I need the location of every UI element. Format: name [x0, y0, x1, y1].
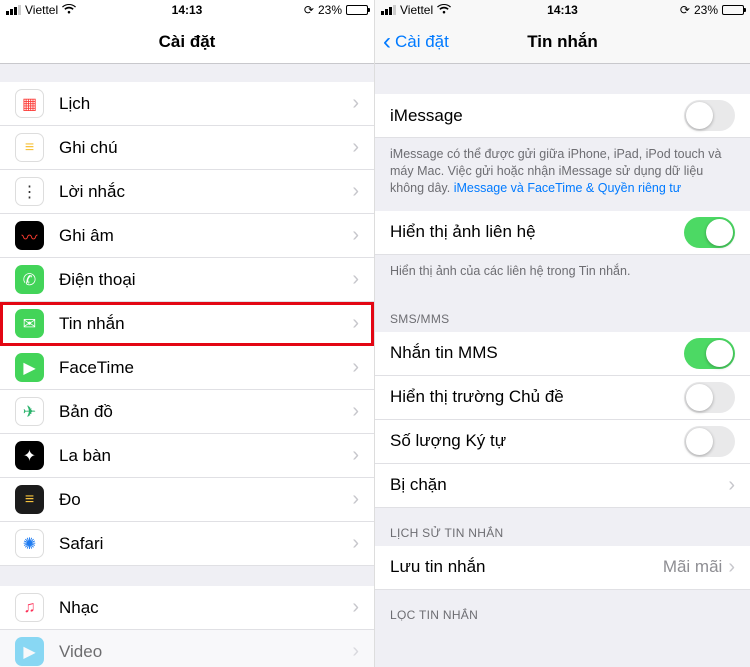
imessage-privacy-link[interactable]: iMessage và FaceTime & Quyền riêng tư — [454, 181, 681, 195]
mms-toggle[interactable] — [684, 338, 735, 369]
row-label: Nhạc — [59, 598, 352, 618]
chevron-right-icon: › — [728, 556, 735, 579]
settings-row-ghi-chú[interactable]: ≡ Ghi chú› — [0, 126, 374, 170]
chevron-right-icon: › — [728, 474, 735, 497]
clock: 14:13 — [0, 3, 374, 17]
app-icon: ✦ — [15, 441, 44, 470]
show-contact-photos-label: Hiển thị ảnh liên hệ — [390, 222, 684, 242]
row-label: La bàn — [59, 446, 352, 466]
settings-row-đo[interactable]: ≡ Đo› — [0, 478, 374, 522]
settings-row-la-bàn[interactable]: ✦ La bàn› — [0, 434, 374, 478]
navbar: ‹ Cài đặt Tin nhắn — [375, 20, 750, 64]
chevron-left-icon: ‹ — [383, 33, 391, 50]
settings-row-ghi-âm[interactable]: 〰 Ghi âm› — [0, 214, 374, 258]
app-icon: ✈ — [15, 397, 44, 426]
settings-row-điện-thoại[interactable]: ✆ Điện thoại› — [0, 258, 374, 302]
row-label: Đo — [59, 490, 352, 510]
char-count-row[interactable]: Số lượng Ký tự — [375, 420, 750, 464]
chevron-right-icon: › — [352, 640, 359, 663]
keep-messages-label: Lưu tin nhắn — [390, 557, 663, 577]
settings-row-facetime[interactable]: ▶ FaceTime› — [0, 346, 374, 390]
app-icon: ▶ — [15, 353, 44, 382]
mms-label: Nhắn tin MMS — [390, 343, 684, 363]
chevron-right-icon: › — [352, 488, 359, 511]
messages-settings-screen: Viettel 14:13 ⟳ 23% ‹ Cài đặt Tin nhắn — [375, 0, 750, 667]
row-label: Tin nhắn — [59, 314, 352, 334]
keep-messages-value: Mãi mãi — [663, 557, 723, 577]
settings-row-video[interactable]: ▶ Video› — [0, 630, 374, 667]
chevron-right-icon: › — [352, 356, 359, 379]
chevron-right-icon: › — [352, 224, 359, 247]
chevron-right-icon: › — [352, 180, 359, 203]
section-history: LỊCH SỬ TIN NHẮN — [375, 508, 750, 546]
subject-field-label: Hiển thị trường Chủ đề — [390, 387, 684, 407]
settings-row-tin-nhắn[interactable]: ✉ Tin nhắn› — [0, 302, 374, 346]
navbar: Cài đặt — [0, 20, 374, 64]
app-icon: ⋮ — [15, 177, 44, 206]
page-title: Tin nhắn — [527, 32, 598, 52]
row-label: Điện thoại — [59, 270, 352, 290]
show-contact-photos-footer: Hiển thị ảnh của các liên hệ trong Tin n… — [375, 255, 750, 294]
settings-row-nhạc[interactable]: ♫ Nhạc› — [0, 586, 374, 630]
app-icon: ▶ — [15, 637, 44, 666]
imessage-toggle[interactable] — [684, 100, 735, 131]
section-smsmms: SMS/MMS — [375, 294, 750, 332]
row-label: Safari — [59, 534, 352, 554]
app-icon: ▦ — [15, 89, 44, 118]
page-title: Cài đặt — [159, 32, 216, 52]
settings-row-lời-nhắc[interactable]: ⋮ Lời nhắc› — [0, 170, 374, 214]
show-contact-photos-row[interactable]: Hiển thị ảnh liên hệ — [375, 211, 750, 255]
chevron-right-icon: › — [352, 532, 359, 555]
app-icon: ✆ — [15, 265, 44, 294]
battery-icon — [722, 5, 744, 15]
chevron-right-icon: › — [352, 312, 359, 335]
mms-row[interactable]: Nhắn tin MMS — [375, 332, 750, 376]
row-label: Bản đồ — [59, 402, 352, 422]
blocked-label: Bị chặn — [390, 475, 728, 495]
chevron-right-icon: › — [352, 92, 359, 115]
back-label: Cài đặt — [395, 32, 449, 52]
app-icon: ≡ — [15, 485, 44, 514]
keep-messages-row[interactable]: Lưu tin nhắn Mãi mãi › — [375, 546, 750, 590]
row-label: Video — [59, 642, 352, 662]
settings-row-bản-đồ[interactable]: ✈ Bản đồ› — [0, 390, 374, 434]
status-bar: Viettel 14:13 ⟳ 23% — [0, 0, 374, 20]
status-bar: Viettel 14:13 ⟳ 23% — [375, 0, 750, 20]
blocked-row[interactable]: Bị chặn › — [375, 464, 750, 508]
back-button[interactable]: ‹ Cài đặt — [383, 32, 449, 52]
app-icon: ✺ — [15, 529, 44, 558]
row-label: Lời nhắc — [59, 182, 352, 202]
chevron-right-icon: › — [352, 400, 359, 423]
settings-screen: Viettel 14:13 ⟳ 23% Cài đặt ▦Lịch›≡Ghi c… — [0, 0, 375, 667]
chevron-right-icon: › — [352, 268, 359, 291]
char-count-label: Số lượng Ký tự — [390, 431, 684, 451]
section-filter: LỌC TIN NHẮN — [375, 590, 750, 628]
char-count-toggle[interactable] — [684, 426, 735, 457]
chevron-right-icon: › — [352, 596, 359, 619]
settings-row-lịch[interactable]: ▦ Lịch› — [0, 82, 374, 126]
app-icon: 〰 — [15, 221, 44, 250]
clock: 14:13 — [375, 3, 750, 17]
row-label: Ghi âm — [59, 226, 352, 246]
show-contact-photos-toggle[interactable] — [684, 217, 735, 248]
row-label: Ghi chú — [59, 138, 352, 158]
imessage-footer: iMessage có thể được gửi giữa iPhone, iP… — [375, 138, 750, 211]
settings-row-safari[interactable]: ✺ Safari› — [0, 522, 374, 566]
imessage-row[interactable]: iMessage — [375, 94, 750, 138]
chevron-right-icon: › — [352, 444, 359, 467]
chevron-right-icon: › — [352, 136, 359, 159]
app-icon: ≡ — [15, 133, 44, 162]
app-icon: ♫ — [15, 593, 44, 622]
subject-field-row[interactable]: Hiển thị trường Chủ đề — [375, 376, 750, 420]
app-icon: ✉ — [15, 309, 44, 338]
subject-field-toggle[interactable] — [684, 382, 735, 413]
imessage-label: iMessage — [390, 106, 684, 126]
battery-icon — [346, 5, 368, 15]
row-label: FaceTime — [59, 358, 352, 378]
row-label: Lịch — [59, 94, 352, 114]
